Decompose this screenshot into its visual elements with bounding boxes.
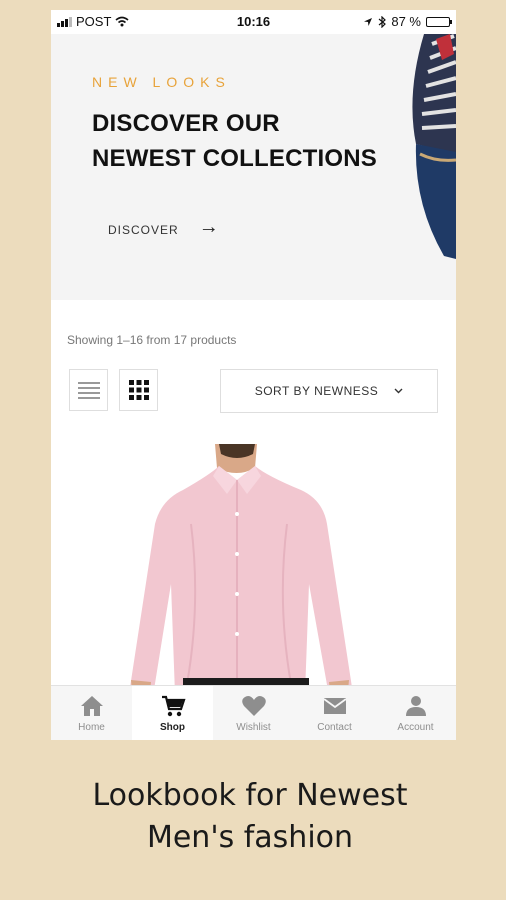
- caption-line2: Men's fashion: [146, 820, 354, 855]
- hero-title-line1: DISCOVER OUR: [92, 110, 280, 137]
- mail-icon: [322, 698, 347, 714]
- nav-account[interactable]: Account: [375, 686, 456, 740]
- chevron-down-icon: [394, 388, 403, 394]
- nav-home-label: Home: [78, 722, 105, 733]
- home-icon: [80, 696, 103, 716]
- list-view-button[interactable]: [69, 369, 108, 411]
- results-count: Showing 1–16 from 17 products: [67, 333, 237, 347]
- user-icon: [405, 696, 426, 716]
- bottom-navigation: Home Shop Wishlist Contact Account: [51, 685, 456, 740]
- hero-model-image: [412, 34, 456, 259]
- grid-view-button[interactable]: [119, 369, 158, 411]
- nav-wishlist[interactable]: Wishlist: [213, 686, 294, 740]
- arrow-right-icon: →: [198, 216, 220, 238]
- hero-eyebrow: NEW LOOKS: [92, 74, 231, 90]
- promo-caption: Lookbook for Newest Men's fashion: [0, 775, 500, 859]
- cart-icon: [161, 695, 186, 717]
- product-image[interactable]: [91, 444, 391, 704]
- nav-wishlist-label: Wishlist: [236, 722, 271, 733]
- heart-icon: [241, 696, 266, 716]
- nav-account-label: Account: [397, 722, 434, 733]
- nav-contact[interactable]: Contact: [294, 686, 375, 740]
- nav-home[interactable]: Home: [51, 686, 132, 740]
- nav-shop-label: Shop: [160, 722, 185, 733]
- status-right: 87 %: [363, 14, 452, 29]
- battery-percent: 87 %: [391, 14, 421, 29]
- sort-label: SORT BY NEWNESS: [254, 384, 379, 398]
- location-icon: [364, 17, 373, 26]
- hero-banner[interactable]: NEW LOOKS DISCOVER OUR NEWEST COLLECTION…: [51, 34, 456, 300]
- list-view-icon: [77, 382, 100, 399]
- discover-button[interactable]: DISCOVER →: [108, 216, 220, 239]
- battery-icon: [426, 16, 452, 27]
- hero-title-line2: NEWEST COLLECTIONS: [92, 145, 377, 172]
- caption-line1: Lookbook for Newest: [92, 778, 408, 813]
- bluetooth-icon: [378, 15, 387, 28]
- discover-label: DISCOVER: [108, 222, 179, 237]
- phone-screen: POST 10:16 87 % NEW LOOKS DISCOVER OUR N…: [51, 10, 456, 740]
- sort-dropdown[interactable]: SORT BY NEWNESS: [220, 369, 438, 413]
- hero-title: DISCOVER OUR NEWEST COLLECTIONS: [92, 106, 412, 176]
- status-bar: POST 10:16 87 %: [51, 10, 456, 34]
- nav-shop[interactable]: Shop: [132, 686, 213, 740]
- grid-view-icon: [128, 380, 149, 400]
- nav-contact-label: Contact: [317, 722, 352, 733]
